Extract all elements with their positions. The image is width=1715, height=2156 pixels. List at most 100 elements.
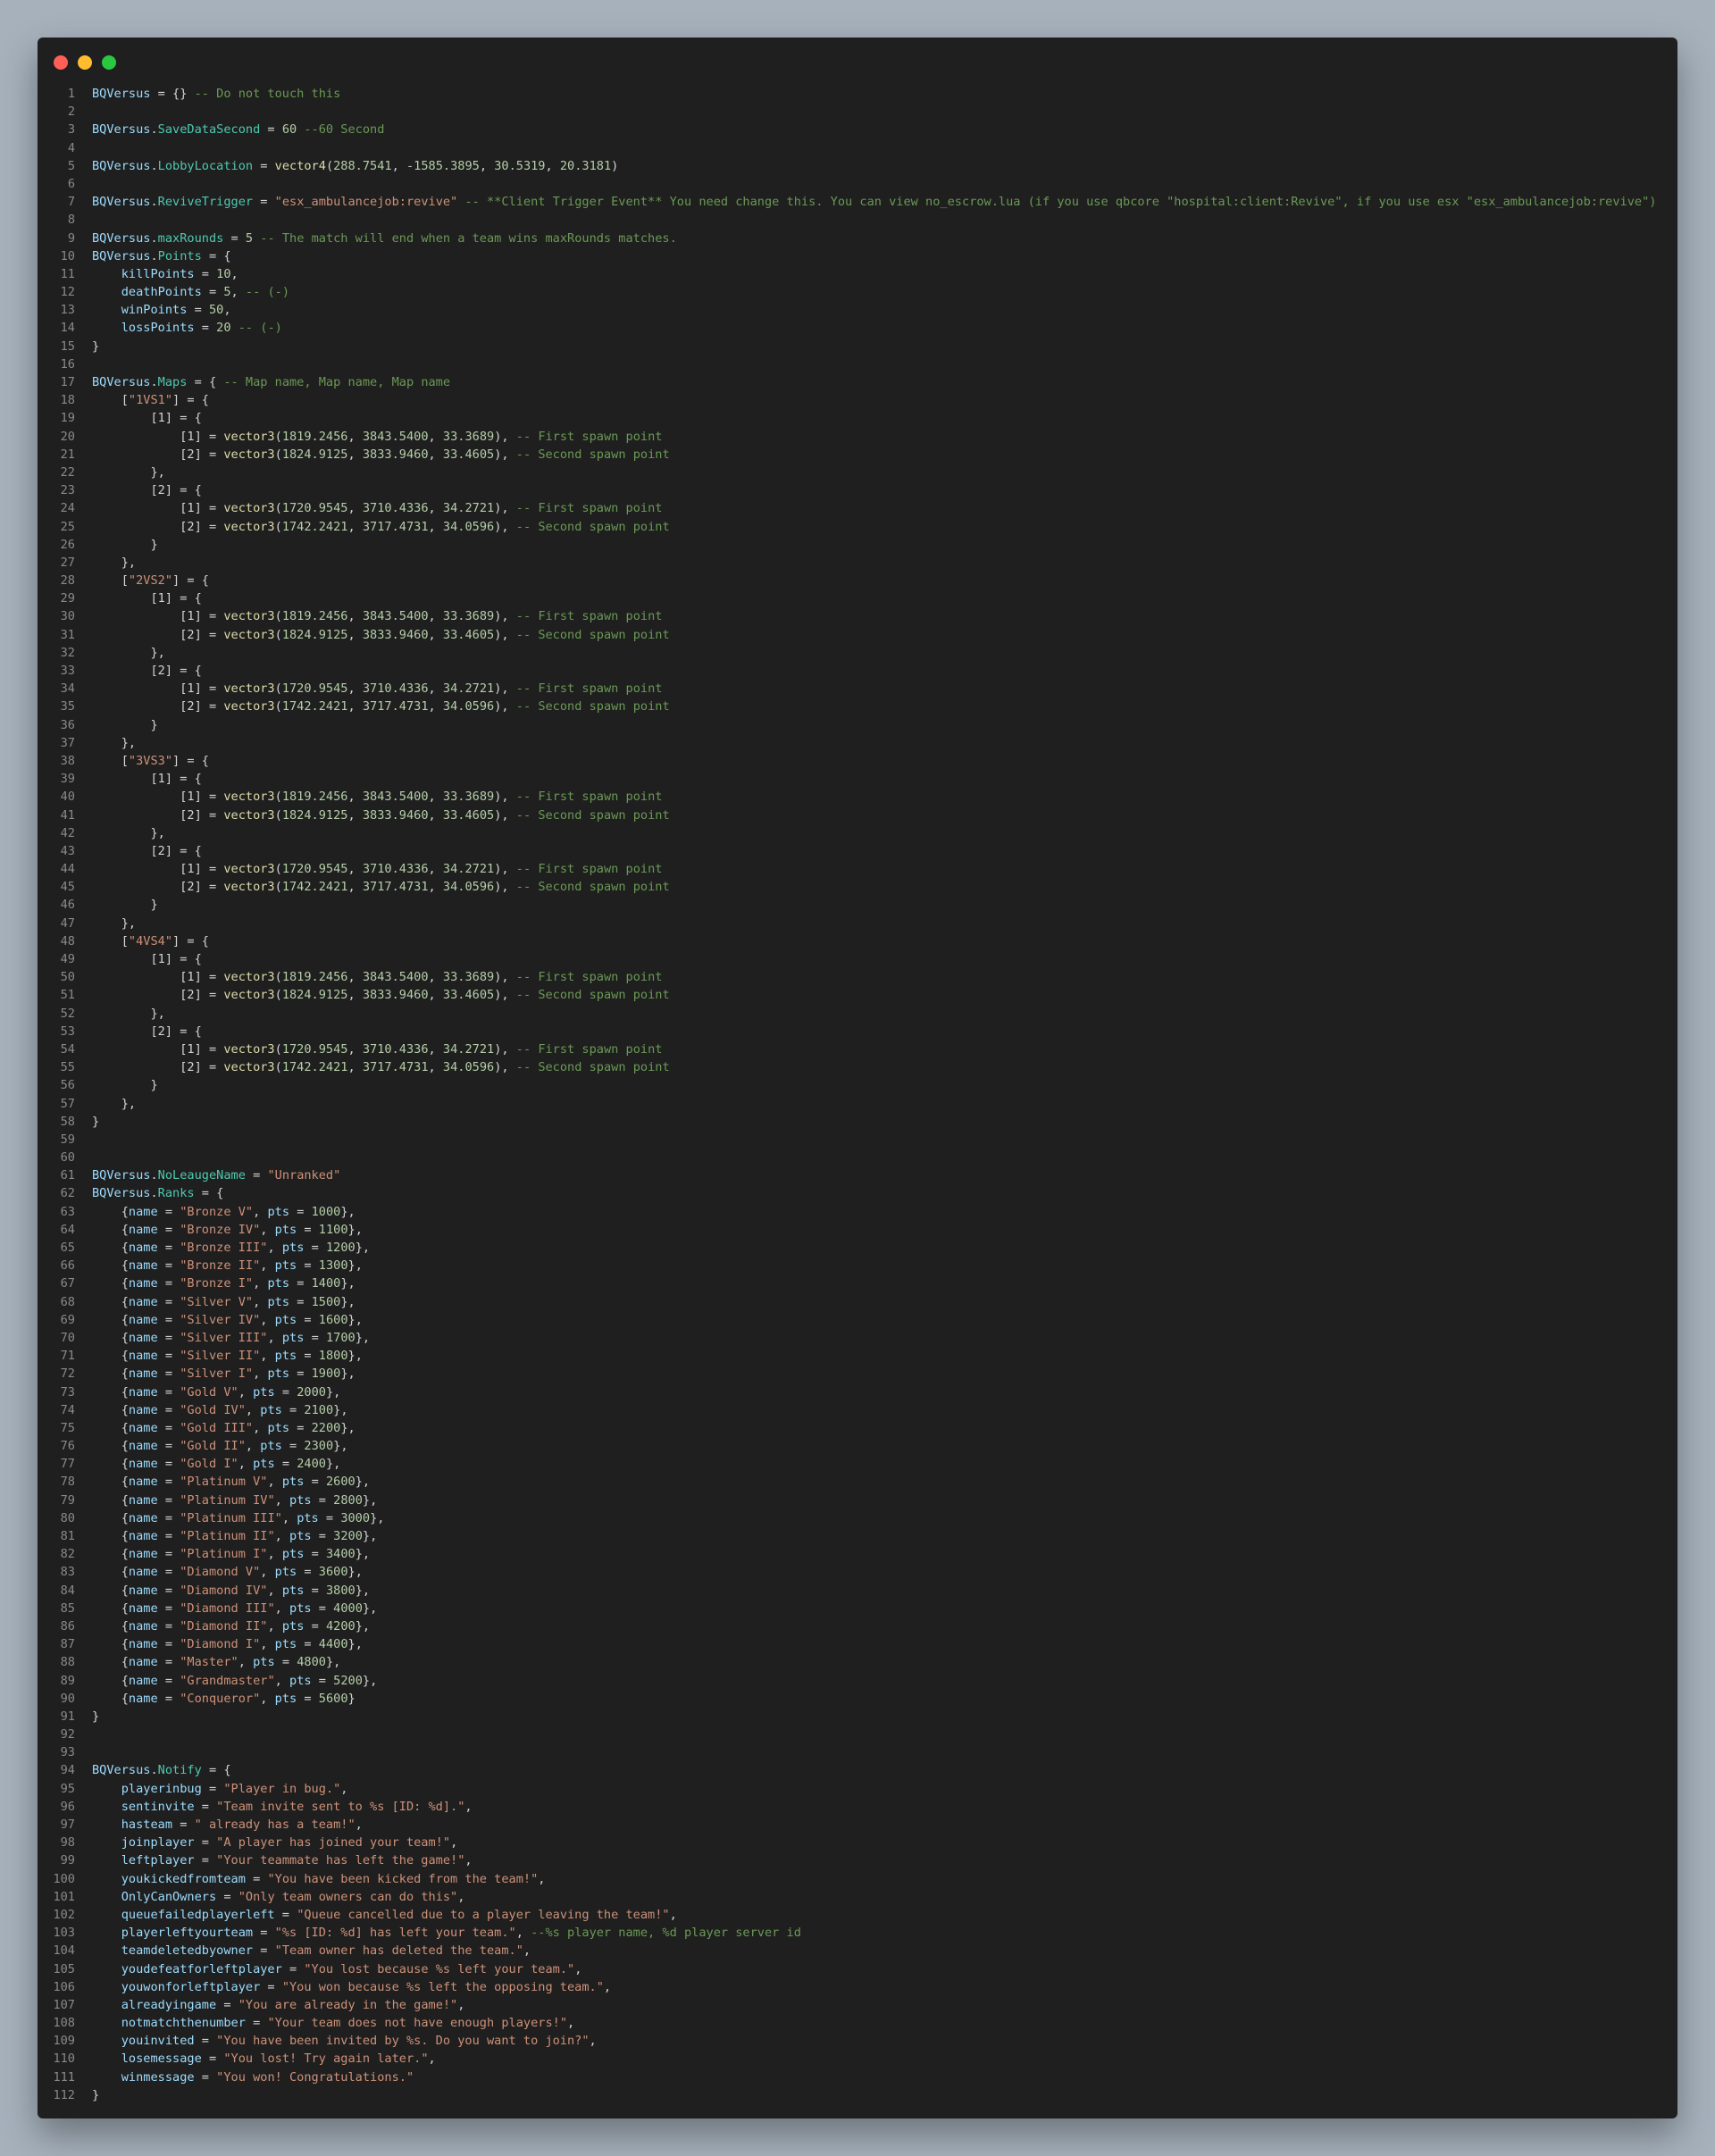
operator-token: {: [92, 1529, 129, 1543]
line-number: 107: [53, 1997, 75, 2012]
line-number: 79: [60, 1492, 75, 1508]
operator-token: .: [150, 1168, 158, 1183]
code-line: 93: [38, 1743, 1677, 1761]
number-token: 34.0596: [442, 880, 495, 895]
operator-token: .: [150, 1186, 158, 1201]
operator-token: ,: [260, 1258, 275, 1274]
string-token: "Diamond II": [180, 1618, 268, 1634]
function-token: vector3: [223, 1060, 275, 1075]
minimize-button[interactable]: [78, 55, 92, 70]
line-number: 97: [60, 1818, 75, 1832]
code-line: 57 },: [38, 1095, 1677, 1113]
operator-token: ,: [428, 519, 443, 534]
number-token: 3843.5400: [362, 970, 429, 985]
line-number: 110: [53, 2052, 75, 2067]
operator-token: ,: [347, 519, 363, 534]
operator-token: =: [194, 2069, 217, 2085]
operator-token: =: [274, 1907, 297, 1922]
operator-token: (: [325, 158, 334, 173]
operator-token: ,: [428, 1041, 443, 1057]
code-line: 76 {name = "Gold II", pts = 2300},: [38, 1437, 1677, 1455]
code-line: 7 BQVersus.ReviveTrigger = "esx_ambulance…: [38, 193, 1677, 211]
code-line: 62 BQVersus.Ranks = {: [38, 1184, 1677, 1202]
operator-token: }: [92, 2087, 100, 2102]
code-line: 41 [2] = vector3(1824.9125, 3833.9460, 3…: [38, 806, 1677, 824]
line-number: 46: [60, 898, 75, 913]
operator-token: [: [92, 933, 129, 948]
operator-token: }: [92, 898, 158, 913]
operator-token: =: [274, 1457, 297, 1472]
operator-token: [92, 267, 121, 281]
line-number: 105: [53, 1961, 75, 1976]
key-token: name: [128, 1529, 158, 1543]
key-token: name: [128, 1492, 158, 1508]
code-window: 1 BQVersus = {} -- Do not touch this 2 3 BQV…: [38, 38, 1677, 2118]
line-number: 52: [60, 1006, 75, 1021]
line-number: 92: [60, 1727, 75, 1742]
code-text: {name = "Platinum IV", pts = 2800},: [92, 1492, 1677, 1509]
operator-token: [2] = {: [92, 483, 202, 498]
operator-token: ,: [253, 1420, 268, 1435]
line-number: 103: [53, 1926, 75, 1941]
key-token: lossPoints: [121, 321, 195, 336]
identifier-token: BQVersus: [92, 248, 151, 263]
operator-token: },: [325, 1384, 341, 1400]
number-token: 33.3689: [442, 429, 495, 444]
operator-token: },: [355, 1241, 371, 1255]
line-number: 82: [60, 1547, 75, 1562]
number-token: 33.4605: [442, 627, 495, 642]
code-text: {name = "Silver I", pts = 1900},: [92, 1365, 1677, 1383]
operator-token: {: [92, 1204, 129, 1219]
code-text: youwonforleftplayer = "You won because %…: [92, 1978, 1677, 1996]
close-button[interactable]: [54, 55, 68, 70]
key-token: name: [128, 1294, 158, 1309]
string-token: "2VS2": [128, 573, 173, 589]
operator-token: =: [157, 1439, 180, 1454]
string-token: "Platinum V": [180, 1475, 268, 1490]
function-token: vector3: [223, 447, 275, 462]
key-token: playerleftyourteam: [121, 1926, 254, 1941]
operator-token: ),: [494, 501, 516, 516]
operator-token: =: [297, 1222, 319, 1237]
comment-token: -- Second spawn point: [515, 880, 670, 895]
code-editor[interactable]: 1 BQVersus = {} -- Do not touch this 2 3 BQV…: [38, 85, 1677, 2104]
code-text: [2] = {: [92, 662, 1677, 680]
operator-token: ),: [494, 1041, 516, 1057]
code-text: {name = "Gold I", pts = 2400},: [92, 1455, 1677, 1473]
operator-token: ,: [515, 1926, 531, 1941]
operator-token: {: [92, 1457, 129, 1472]
key-token: name: [128, 1565, 158, 1580]
code-line: 95 playerinbug = "Player in bug.",: [38, 1780, 1677, 1798]
code-line: 21 [2] = vector3(1824.9125, 3833.9460, 3…: [38, 446, 1677, 464]
maximize-button[interactable]: [102, 55, 116, 70]
operator-token: ,: [238, 1457, 254, 1472]
operator-token: ,: [347, 880, 363, 895]
code-line: 78 {name = "Platinum V", pts = 2600},: [38, 1473, 1677, 1491]
code-line: 109 youinvited = "You have been invited …: [38, 2032, 1677, 2050]
code-line: 106 youwonforleftplayer = "You won becau…: [38, 1978, 1677, 1996]
operator-token: ,: [347, 790, 363, 805]
operator-token: },: [362, 1492, 378, 1508]
operator-token: {: [92, 1294, 129, 1309]
number-token: 3833.9460: [362, 807, 429, 823]
code-text: [1] = vector3(1720.9545, 3710.4336, 34.2…: [92, 860, 1677, 878]
number-token: 1824.9125: [281, 988, 348, 1003]
number-token: 30.5319: [494, 158, 546, 173]
number-token: 1100: [318, 1222, 348, 1237]
operator-token: ),: [494, 681, 516, 697]
code-line: 79 {name = "Platinum IV", pts = 2800},: [38, 1492, 1677, 1509]
code-line: 39 [1] = {: [38, 770, 1677, 788]
string-token: "Only team owners can do this": [238, 1889, 458, 1904]
identifier-token: BQVersus: [92, 195, 151, 210]
code-line: 31 [2] = vector3(1824.9125, 3833.9460, 3…: [38, 626, 1677, 644]
string-token: "Your teammate has left the game!": [216, 1853, 465, 1868]
line-number: 80: [60, 1510, 75, 1525]
string-token: "Platinum III": [180, 1510, 282, 1525]
code-line: 10 BQVersus.Points = {: [38, 247, 1677, 265]
code-line: 112}: [38, 2086, 1677, 2104]
code-line: 71 {name = "Silver II", pts = 1800},: [38, 1347, 1677, 1365]
operator-token: ,: [281, 1510, 297, 1525]
line-number: 45: [60, 880, 75, 895]
